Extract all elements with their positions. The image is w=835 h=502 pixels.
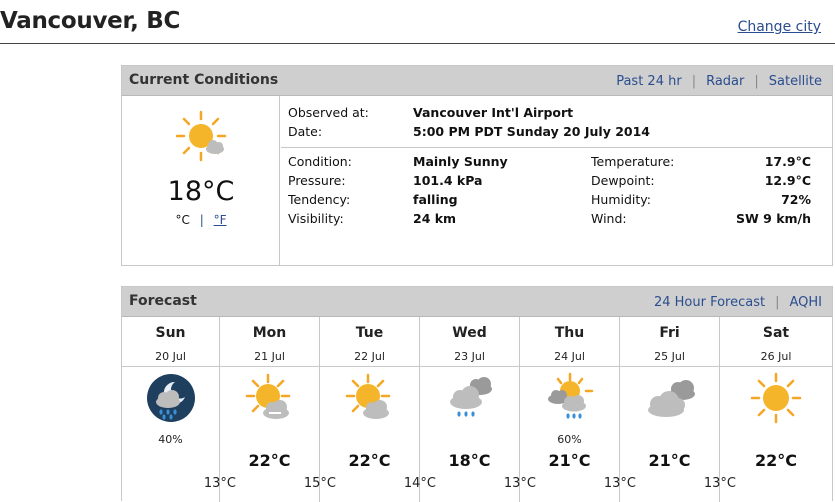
unit-toggle: °C | °F — [122, 213, 280, 227]
dewpoint-label: Dewpoint: — [591, 173, 655, 188]
dewpoint-value: 12.9°C — [764, 173, 811, 188]
forecast-day-name: Mon — [252, 325, 287, 341]
observation-info: Observed at: Vancouver Int'l Airport Dat… — [281, 96, 832, 148]
current-summary: 18°C °C | °F — [122, 96, 280, 266]
forecast-high: 21°C — [548, 451, 591, 470]
forecast-title: Forecast — [129, 293, 197, 309]
divider — [520, 366, 619, 367]
cloudy-icon — [640, 372, 700, 428]
forecast-header: Forecast 24 Hour Forecast | AQHI — [122, 287, 832, 317]
unit-fahrenheit-link[interactable]: °F — [214, 213, 227, 227]
forecast-high: 22°C — [248, 451, 291, 470]
forecast-day-name: Thu — [554, 325, 585, 341]
observed-value: Vancouver Int'l Airport — [413, 105, 574, 120]
forecast-days: Sun 20 Jul 40% 13°C Mon 21 Jul 22°C 15°C… — [122, 317, 832, 502]
divider — [420, 366, 519, 367]
observed-label: Observed at: — [288, 105, 369, 120]
forecast-day-name: Sun — [155, 325, 186, 341]
forecast-high: 22°C — [348, 451, 391, 470]
date-value: 5:00 PM PDT Sunday 20 July 2014 — [413, 124, 650, 139]
date-label: Date: — [288, 124, 323, 139]
aqhi-link[interactable]: AQHI — [779, 295, 832, 310]
current-details: Observed at: Vancouver Int'l Airport Dat… — [281, 96, 832, 266]
condition-value: Mainly Sunny — [413, 154, 508, 169]
visibility-label: Visibility: — [288, 211, 344, 226]
forecast-day-date: 20 Jul — [155, 350, 186, 363]
wind-label: Wind: — [591, 211, 627, 226]
past-24hr-link[interactable]: Past 24 hr — [606, 74, 691, 89]
forecast-day-sat: Sat 26 Jul 22°C — [720, 317, 832, 502]
sun-cloud-rain-icon — [544, 372, 596, 428]
forecast-day-date: 25 Jul — [654, 350, 685, 363]
cloud-rain-icon — [442, 372, 498, 428]
forecast-day-thu: Thu 24 Jul 60% 21°C 13°C — [520, 317, 636, 502]
forecast-day-sun: Sun 20 Jul 40% 13°C — [122, 317, 236, 502]
pressure-value: 101.4 kPa — [413, 173, 483, 188]
forecast-day-date: 21 Jul — [254, 350, 285, 363]
forecast-day-date: 23 Jul — [454, 350, 485, 363]
forecast-day-name: Tue — [355, 325, 384, 341]
forecast-day-name: Wed — [452, 325, 487, 341]
forecast-pop: 60% — [557, 433, 582, 446]
forecast-day-date: 26 Jul — [760, 350, 792, 363]
unit-separator: | — [199, 213, 204, 227]
sun-cloud-haze-icon — [244, 372, 296, 428]
forecast-day-name: Sat — [762, 325, 790, 341]
wind-value: SW 9 km/h — [736, 211, 811, 226]
forecast-panel: Forecast 24 Hour Forecast | AQHI Sun 20 … — [121, 286, 833, 502]
forecast-day-date: 22 Jul — [354, 350, 385, 363]
forecast-pop: 40% — [158, 433, 183, 446]
night-cloud-rain-icon — [145, 372, 197, 428]
radar-link[interactable]: Radar — [696, 74, 754, 89]
current-conditions-header: Current Conditions Past 24 hr | Radar | … — [122, 66, 832, 96]
forecast-high: 21°C — [648, 451, 691, 470]
temperature-value: 17.9°C — [764, 154, 811, 169]
tendency-value: falling — [413, 192, 458, 207]
divider — [320, 366, 419, 367]
city-header: Vancouver, BC Change city — [0, 0, 835, 44]
forecast-day-name: Fri — [659, 325, 680, 341]
sun-icon — [750, 372, 802, 428]
pressure-label: Pressure: — [288, 173, 346, 188]
unit-celsius: °C — [175, 213, 190, 227]
forecast-high: 18°C — [448, 451, 491, 470]
forecast-links: 24 Hour Forecast | AQHI — [644, 295, 832, 310]
humidity-label: Humidity: — [591, 192, 651, 207]
satellite-link[interactable]: Satellite — [759, 74, 832, 89]
current-temperature: 18°C — [167, 176, 235, 207]
divider — [122, 366, 219, 367]
city-title: Vancouver, BC — [0, 8, 181, 34]
divider — [720, 366, 832, 367]
24-hour-forecast-link[interactable]: 24 Hour Forecast — [644, 295, 775, 310]
sun-with-small-cloud-icon — [175, 110, 227, 166]
sun-cloud-icon — [344, 372, 396, 428]
forecast-day-fri: Fri 25 Jul 21°C 13°C — [620, 317, 736, 502]
forecast-day-tue: Tue 22 Jul 22°C 14°C — [320, 317, 436, 502]
forecast-day-date: 24 Jul — [554, 350, 585, 363]
humidity-value: 72% — [781, 192, 811, 207]
visibility-value: 24 km — [413, 211, 457, 226]
divider — [620, 366, 719, 367]
current-conditions-panel: Current Conditions Past 24 hr | Radar | … — [121, 65, 833, 266]
divider — [220, 366, 319, 367]
current-conditions-title: Current Conditions — [129, 72, 279, 88]
temperature-label: Temperature: — [591, 154, 675, 169]
forecast-high: 22°C — [754, 451, 797, 470]
tendency-label: Tendency: — [288, 192, 351, 207]
forecast-day-mon: Mon 21 Jul 22°C 15°C — [220, 317, 336, 502]
condition-label: Condition: — [288, 154, 352, 169]
change-city-link[interactable]: Change city — [738, 19, 821, 35]
current-conditions-links: Past 24 hr | Radar | Satellite — [606, 74, 832, 89]
forecast-day-wed: Wed 23 Jul 18°C 13°C — [420, 317, 536, 502]
